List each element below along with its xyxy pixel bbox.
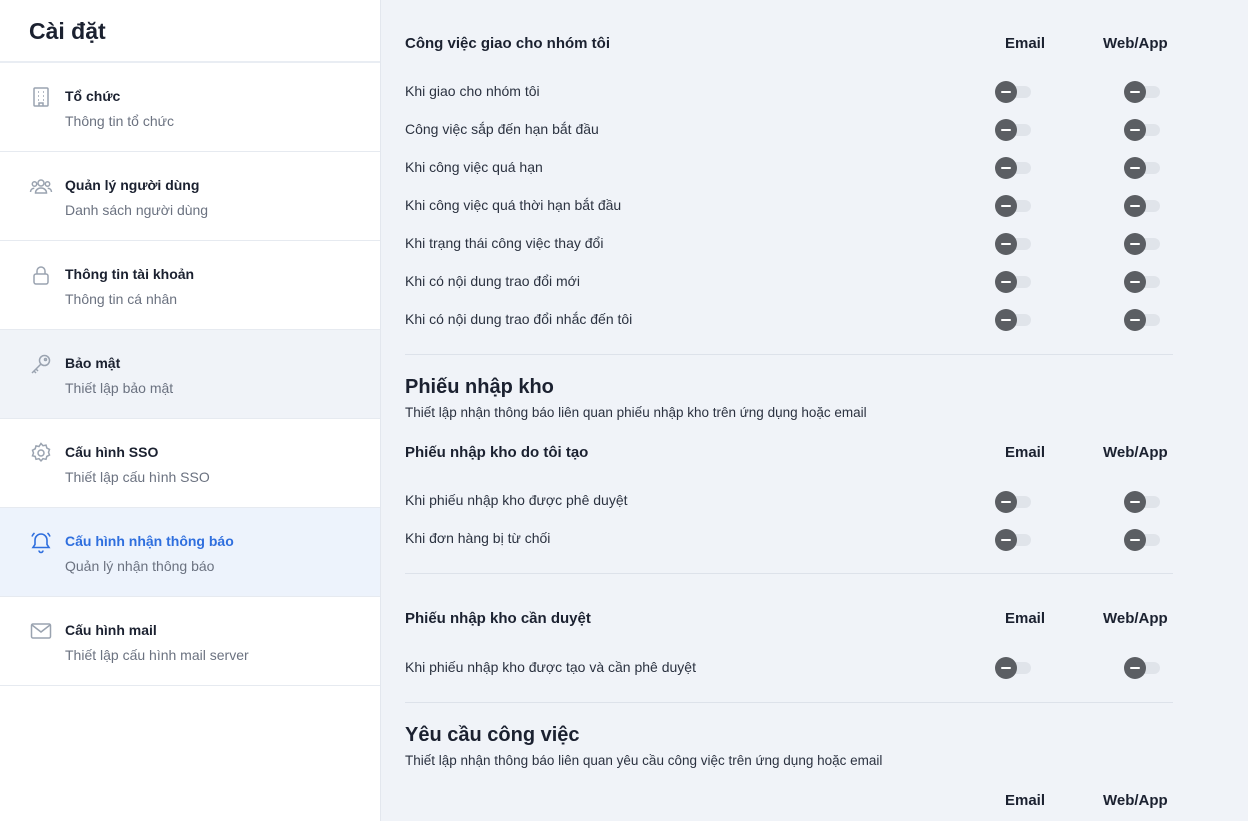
users-icon [29,179,53,194]
group-title-assigned: Công việc giao cho nhóm tôi [405,35,611,52]
sidebar-item-label: Bảo mật [65,355,121,371]
webapp-toggle[interactable] [1124,195,1162,217]
email-toggle[interactable] [995,233,1033,255]
webapp-toggle[interactable] [1124,271,1162,293]
column-header-email: Email [1005,35,1046,52]
email-toggle[interactable] [995,119,1033,141]
row-label: Khi trạng thái công việc thay đổi [405,235,604,251]
webapp-toggle[interactable] [1124,309,1162,331]
sidebar-item-notifications[interactable]: Cấu hình nhận thông báo Quản lý nhận thô… [0,508,380,597]
column-header-email: Email [1005,444,1046,461]
sidebar-item-sso[interactable]: Cấu hình SSO Thiết lập cấu hình SSO [0,419,380,508]
row-label: Khi đơn hàng bị từ chối [405,530,551,546]
webapp-toggle[interactable] [1124,657,1162,679]
group-title-created: Phiếu nhập kho do tôi tạo [405,444,589,461]
email-toggle[interactable] [995,81,1033,103]
row-label: Khi phiếu nhập kho được phê duyệt [405,492,628,508]
building-icon [33,87,49,107]
section-divider [405,702,1173,703]
column-header-webapp: Web/App [1103,610,1168,627]
column-header-email: Email [1005,792,1046,809]
section-divider [405,354,1173,355]
sidebar-item-users[interactable]: Quản lý người dùng Danh sách người dùng [0,152,380,241]
section-desc-receipt: Thiết lập nhận thông báo liên quan phiếu… [405,405,867,420]
sidebar-item-mail[interactable]: Cấu hình mail Thiết lập cấu hình mail se… [0,597,380,686]
row-label: Khi giao cho nhóm tôi [405,83,540,99]
row-label: Công việc sắp đến hạn bắt đầu [405,121,599,137]
sidebar-item-account[interactable]: Thông tin tài khoản Thông tin cá nhân [0,241,380,330]
webapp-toggle[interactable] [1124,81,1162,103]
key-icon [31,354,51,374]
webapp-toggle[interactable] [1124,491,1162,513]
column-header-webapp: Web/App [1103,444,1168,461]
sidebar-item-organization[interactable]: Tổ chức Thông tin tổ chức [0,63,380,152]
group-title-approve: Phiếu nhập kho cần duyệt [405,610,591,627]
gear-icon [31,442,51,463]
settings-sidebar: Cài đặt Tổ chức Thông tin tổ chức Quản l… [0,0,381,821]
notification-settings-panel: Công việc giao cho nhóm tôi Email Web/Ap… [381,0,1248,821]
lock-icon [33,266,49,285]
group-divider [405,573,1173,574]
email-toggle[interactable] [995,529,1033,551]
email-toggle[interactable] [995,491,1033,513]
sidebar-item-subtitle: Thông tin cá nhân [65,291,178,307]
column-header-webapp: Web/App [1103,35,1168,52]
mail-icon [30,623,52,639]
row-label: Khi phiếu nhập kho được tạo và cần phê d… [405,659,696,675]
bell-icon [31,532,51,554]
sidebar-item-label: Cấu hình SSO [65,444,159,460]
row-label: Khi công việc quá thời hạn bắt đầu [405,197,622,213]
email-toggle[interactable] [995,271,1033,293]
row-label: Khi có nội dung trao đổi mới [405,273,580,289]
sidebar-item-label: Cấu hình nhận thông báo [65,533,234,549]
sidebar-item-subtitle: Thiết lập cấu hình mail server [65,647,249,663]
sidebar-item-subtitle: Thông tin tổ chức [65,113,174,129]
column-header-webapp: Web/App [1103,792,1168,809]
row-label: Khi có nội dung trao đổi nhắc đến tôi [405,311,633,327]
sidebar-item-label: Thông tin tài khoản [65,266,195,282]
email-toggle[interactable] [995,309,1033,331]
section-desc-request: Thiết lập nhận thông báo liên quan yêu c… [405,753,883,768]
webapp-toggle[interactable] [1124,529,1162,551]
webapp-toggle[interactable] [1124,157,1162,179]
sidebar-title: Cài đặt [0,0,380,63]
email-toggle[interactable] [995,195,1033,217]
sidebar-item-subtitle: Thiết lập cấu hình SSO [65,469,210,485]
email-toggle[interactable] [995,157,1033,179]
sidebar-item-subtitle: Thiết lập bảo mật [65,380,174,396]
row-label: Khi công việc quá hạn [405,159,543,175]
email-toggle[interactable] [995,657,1033,679]
sidebar-item-label: Quản lý người dùng [65,177,200,193]
section-title-receipt: Phiếu nhập kho [405,376,554,398]
sidebar-item-label: Tổ chức [65,88,121,104]
sidebar-item-subtitle: Quản lý nhận thông báo [65,558,215,574]
webapp-toggle[interactable] [1124,119,1162,141]
sidebar-item-security[interactable]: Bảo mật Thiết lập bảo mật [0,330,380,419]
webapp-toggle[interactable] [1124,233,1162,255]
sidebar-item-label: Cấu hình mail [65,622,157,638]
sidebar-item-subtitle: Danh sách người dùng [65,202,209,218]
section-title-request: Yêu cầu công việc [405,724,580,746]
column-header-email: Email [1005,610,1046,627]
